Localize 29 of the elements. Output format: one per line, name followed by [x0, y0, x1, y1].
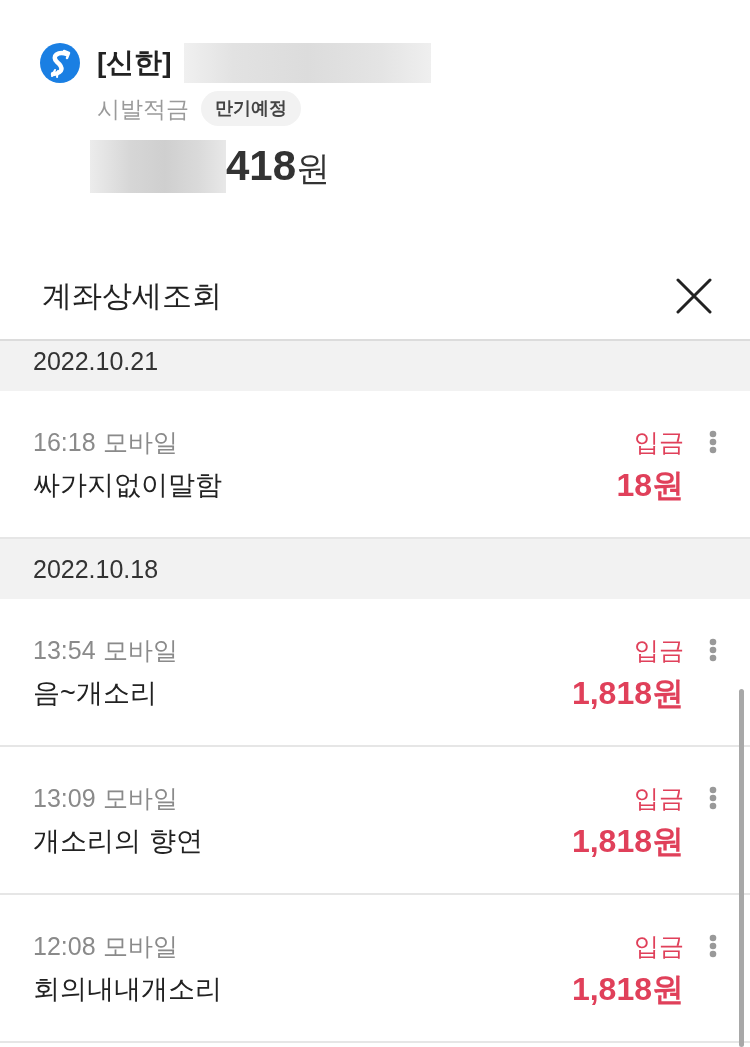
- date-header: 2022.10.21: [0, 341, 750, 391]
- product-name: 시발적금: [97, 94, 189, 124]
- bank-label: [신한]: [97, 46, 172, 80]
- transaction-time: 16:18 모바일: [33, 427, 179, 458]
- date-header: 2022.10.18: [0, 539, 750, 599]
- transaction-memo: 개소리의 향연: [33, 825, 204, 858]
- transaction-type: 입금: [634, 783, 684, 814]
- more-icon[interactable]: [709, 638, 717, 662]
- transaction-time: 13:54 모바일: [33, 635, 179, 666]
- more-icon[interactable]: [709, 430, 717, 454]
- transaction-type: 입금: [634, 931, 684, 962]
- transaction-memo: 회의내내개소리: [33, 973, 223, 1006]
- more-icon[interactable]: [709, 934, 717, 958]
- transaction-amount: 18원: [616, 466, 684, 505]
- panel-title: 계좌상세조회: [42, 277, 222, 314]
- transaction-type: 입금: [634, 635, 684, 666]
- transaction-amount: 1,818원: [571, 674, 684, 713]
- transaction-memo: 싸가지없이말함: [33, 469, 223, 502]
- transaction-time: 12:08 모바일: [33, 931, 179, 962]
- transaction-time: 13:09 모바일: [33, 783, 179, 814]
- maturity-badge: 만기예정: [201, 91, 301, 126]
- transaction-memo: 음~개소리: [33, 677, 158, 710]
- transaction-type: 입금: [634, 427, 684, 458]
- balance-amount: 418원: [226, 141, 331, 191]
- transaction-amount: 1,818원: [571, 822, 684, 861]
- transaction-amount: 1,818원: [571, 970, 684, 1009]
- bank-logo-icon: [40, 43, 80, 83]
- more-icon[interactable]: [709, 786, 717, 810]
- close-icon[interactable]: [676, 277, 712, 314]
